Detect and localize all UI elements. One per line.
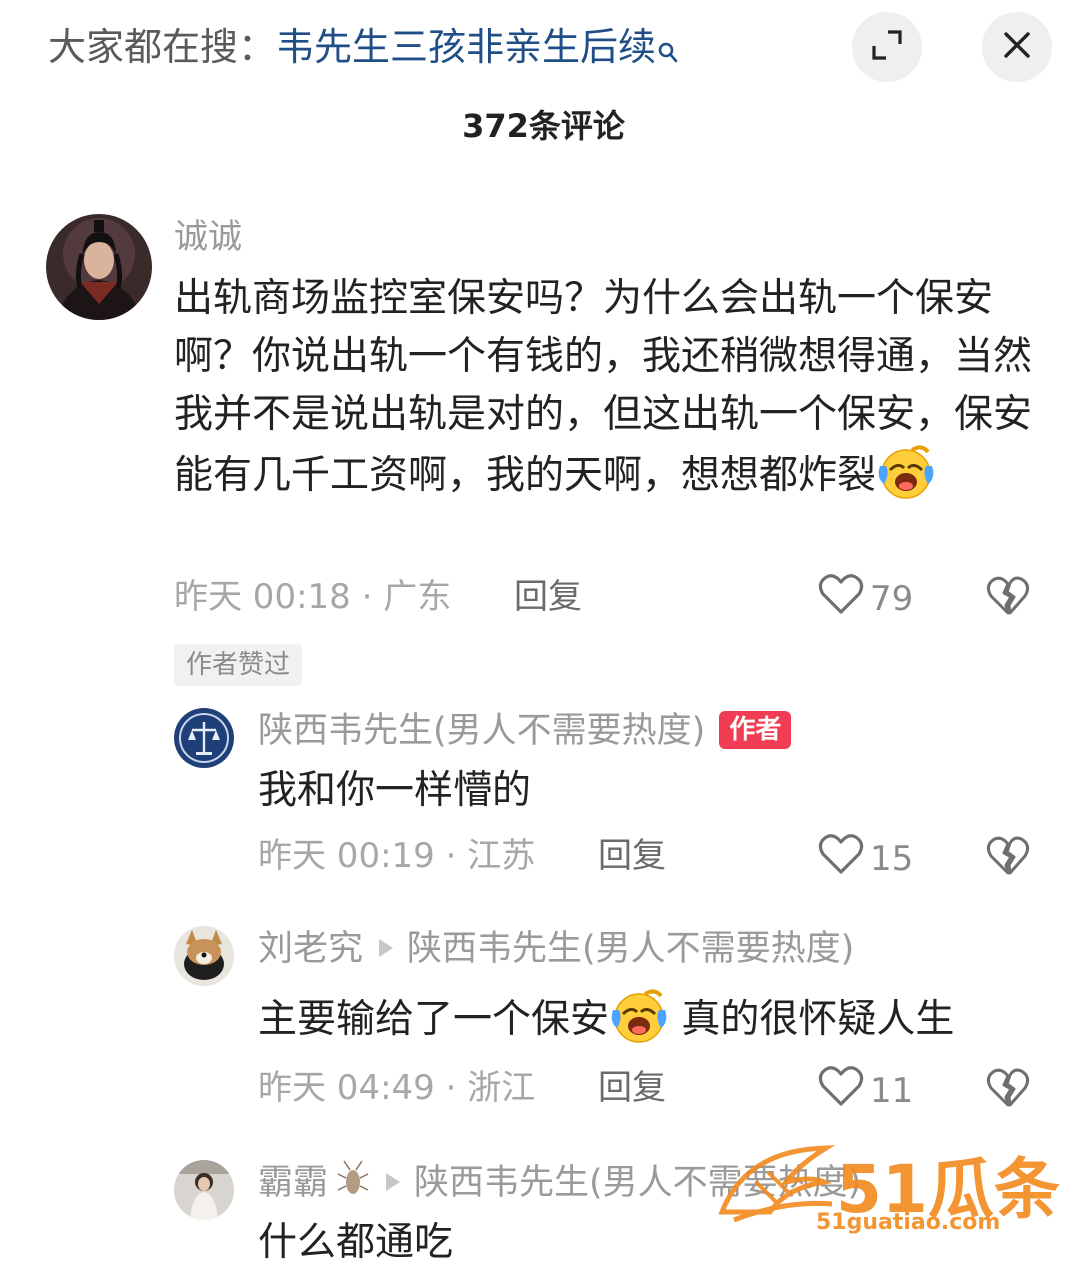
expand-icon xyxy=(870,28,904,66)
reply-button[interactable]: 回复 xyxy=(598,1065,666,1111)
comment-text: 我和你一样懵的 xyxy=(258,768,532,813)
comment-time-location: 昨天 00:19 · 江苏 xyxy=(258,836,536,876)
top-bar: 大家都在搜：韦先生三孩非亲生后续 xyxy=(0,0,1087,100)
cockroach-emoji xyxy=(336,1160,370,1210)
comment-text: 主要输给了一个保安 真的很怀疑人生 xyxy=(258,988,1058,1049)
heart-outline-icon xyxy=(818,572,870,625)
avatar[interactable] xyxy=(174,708,234,768)
search-prefix-label: 大家都在搜： xyxy=(48,25,277,69)
dislike-button[interactable] xyxy=(986,1067,1030,1113)
reply-button[interactable]: 回复 xyxy=(598,833,666,879)
dislike-button[interactable] xyxy=(986,835,1030,881)
author-liked-badge: 作者赞过 xyxy=(174,644,303,686)
comment-time-location: 昨天 04:49 · 浙江 xyxy=(258,1068,536,1108)
heart-outline-icon xyxy=(818,1064,870,1117)
broken-heart-icon xyxy=(986,836,1030,881)
comment-username[interactable]: 刘老究 陕西韦先生(男人不需要热度) xyxy=(258,926,854,972)
like-button[interactable]: 79 xyxy=(818,572,913,625)
trending-search-link[interactable]: 大家都在搜：韦先生三孩非亲生后续 xyxy=(48,22,678,76)
comment-username[interactable]: 陕西韦先生(男人不需要热度) 作者 xyxy=(258,708,792,754)
search-icon xyxy=(658,26,678,76)
reply-button[interactable]: 回复 xyxy=(514,574,582,620)
comment-username[interactable]: 诚诚 xyxy=(174,214,242,260)
comment-count-title: 372条评论 xyxy=(462,107,625,145)
search-term[interactable]: 韦先生三孩非亲生后续 xyxy=(276,25,656,69)
broken-heart-icon xyxy=(986,1068,1030,1113)
reply-arrow-icon xyxy=(379,939,394,957)
close-icon xyxy=(1002,30,1032,64)
watermark-url: 51guatiao.com xyxy=(816,1210,1001,1235)
reply-arrow-icon xyxy=(386,1173,401,1191)
site-watermark: 51瓜条 51guatiao.com xyxy=(716,1132,1060,1242)
avatar[interactable] xyxy=(174,1160,234,1220)
dislike-button[interactable] xyxy=(986,575,1030,621)
broken-heart-icon xyxy=(986,576,1030,621)
expand-button[interactable] xyxy=(852,12,922,82)
author-badge: 作者 xyxy=(719,711,792,749)
like-count: 79 xyxy=(870,578,914,619)
like-count: 11 xyxy=(870,1070,914,1111)
reply-to-username: 陕西韦先生(男人不需要热度) xyxy=(407,929,855,969)
laughing-crying-emoji xyxy=(876,444,936,500)
avatar[interactable] xyxy=(174,926,234,986)
laughing-crying-emoji xyxy=(609,988,669,1044)
like-button[interactable]: 15 xyxy=(818,832,913,885)
like-count: 15 xyxy=(870,838,914,879)
comment-time-location: 昨天 00:18 · 广东 xyxy=(174,577,452,617)
avatar[interactable] xyxy=(46,214,152,320)
like-button[interactable]: 11 xyxy=(818,1064,913,1117)
close-button[interactable] xyxy=(982,12,1052,82)
comment-text: 出轨商场监控室保安吗？为什么会出轨一个保安啊？你说出轨一个有钱的，我还稍微想得通… xyxy=(174,276,1033,500)
heart-outline-icon xyxy=(818,832,870,885)
